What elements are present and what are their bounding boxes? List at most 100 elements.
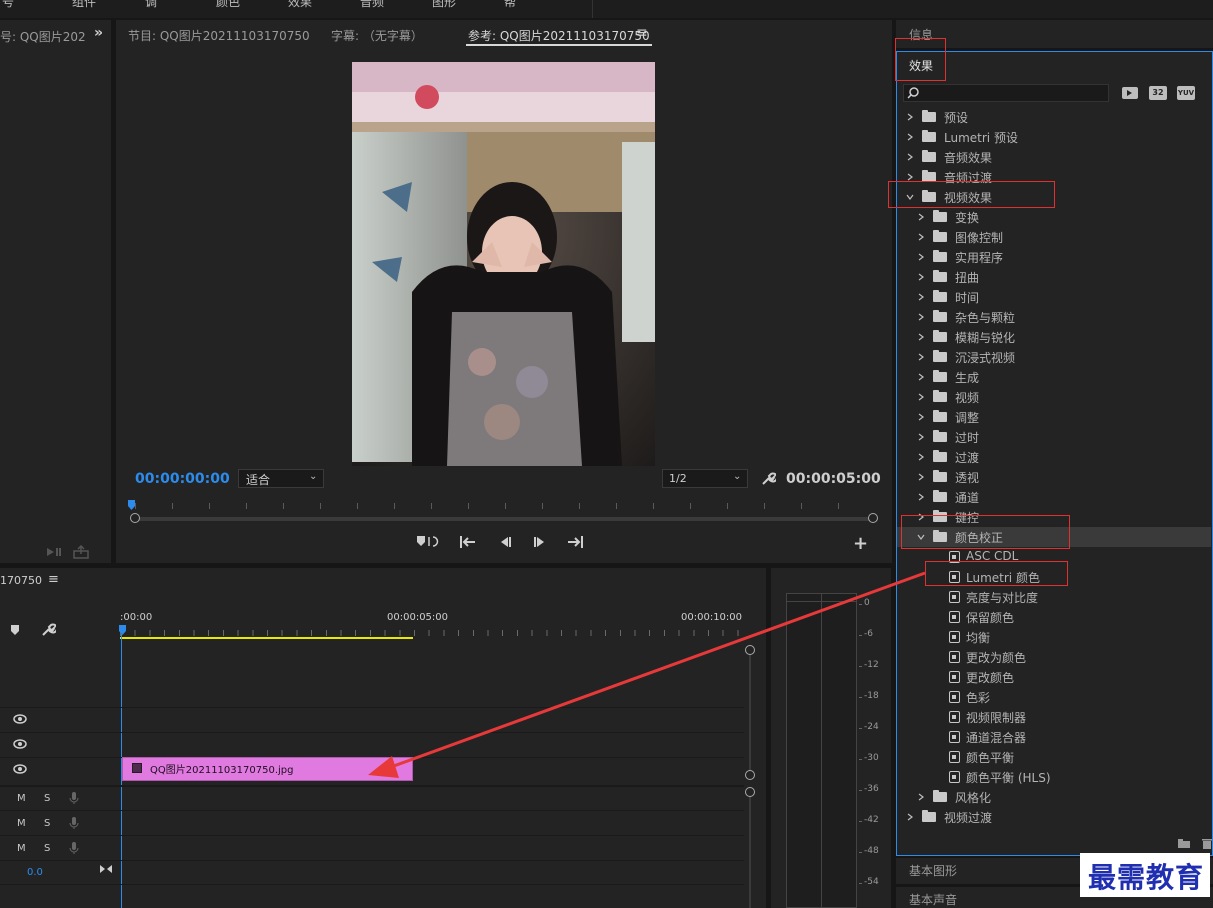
effects-tree-item[interactable]: 模糊与锐化 bbox=[897, 327, 1211, 347]
master-volume-value[interactable]: 0.0 bbox=[27, 867, 43, 878]
effects-tree-item[interactable]: 均衡 bbox=[897, 627, 1211, 647]
effects-tree-item[interactable]: 变换 bbox=[897, 207, 1211, 227]
effects-tree-item[interactable]: Lumetri 预设 bbox=[897, 127, 1211, 147]
vscroll-handle[interactable] bbox=[745, 770, 755, 780]
vscroll-handle[interactable] bbox=[745, 645, 755, 655]
chevron-right-icon[interactable] bbox=[917, 433, 925, 441]
effects-tree-item[interactable]: 保留颜色 bbox=[897, 607, 1211, 627]
tab-captions[interactable]: 字幕: （无字幕） bbox=[331, 27, 423, 44]
tab-reference[interactable]: 参考: QQ图片20211103170750 bbox=[468, 27, 650, 44]
menu-item[interactable]: 颜色 bbox=[216, 0, 240, 10]
effects-tree-item[interactable]: 通道 bbox=[897, 487, 1211, 507]
effects-tree-item[interactable]: 过渡 bbox=[897, 447, 1211, 467]
32bit-effects-badge[interactable]: 32 bbox=[1149, 86, 1167, 100]
current-timecode[interactable]: 00:00:00:00 bbox=[135, 471, 230, 487]
new-bin-icon[interactable] bbox=[1177, 838, 1191, 849]
effects-tree-item[interactable]: 图像控制 bbox=[897, 227, 1211, 247]
eye-icon[interactable] bbox=[13, 739, 27, 749]
effects-tree-item[interactable]: 透视 bbox=[897, 467, 1211, 487]
marker-icon[interactable] bbox=[10, 624, 20, 636]
menu-item[interactable]: 效果 bbox=[288, 0, 312, 10]
tab-program[interactable]: 节目: QQ图片20211103170750 bbox=[128, 27, 310, 44]
effects-tree-item[interactable]: 实用程序 bbox=[897, 247, 1211, 267]
chevron-right-icon[interactable] bbox=[917, 313, 925, 321]
effects-tree-item[interactable]: 亮度与对比度 bbox=[897, 587, 1211, 607]
zoom-handle-right[interactable] bbox=[868, 513, 878, 523]
chevron-right-icon[interactable] bbox=[917, 333, 925, 341]
master-link-icon[interactable] bbox=[99, 864, 113, 874]
timeline-vscroll[interactable] bbox=[749, 650, 751, 776]
effects-search-input[interactable] bbox=[903, 84, 1109, 102]
trash-icon[interactable] bbox=[1202, 838, 1212, 849]
mute-button[interactable]: M bbox=[17, 843, 26, 854]
chevron-right-icon[interactable] bbox=[906, 173, 914, 181]
effects-tree-item[interactable]: 扭曲 bbox=[897, 267, 1211, 287]
tab-essential-graphics[interactable]: 基本图形 bbox=[909, 862, 957, 879]
timeline-vscroll[interactable] bbox=[749, 792, 751, 908]
chevron-right-icon[interactable] bbox=[917, 233, 925, 241]
effects-tree-item[interactable]: 沉浸式视频 bbox=[897, 347, 1211, 367]
menu-item[interactable]: 音频 bbox=[360, 0, 384, 10]
effects-tree-item[interactable]: 杂色与颗粒 bbox=[897, 307, 1211, 327]
chevron-right-icon[interactable] bbox=[917, 453, 925, 461]
panel-menu-icon[interactable]: ≡ bbox=[48, 572, 59, 587]
insert-icon[interactable] bbox=[46, 546, 62, 558]
zoom-scrollbar[interactable] bbox=[134, 517, 874, 521]
solo-button[interactable]: S bbox=[44, 843, 50, 854]
fit-dropdown[interactable]: 适合 ⌄ bbox=[238, 469, 324, 488]
chevron-right-icon[interactable] bbox=[917, 273, 925, 281]
solo-button[interactable]: S bbox=[44, 793, 50, 804]
panel-menu-icon[interactable]: ≡ bbox=[636, 25, 648, 41]
effects-tree-item[interactable]: 色彩 bbox=[897, 687, 1211, 707]
menu-item[interactable]: 号 bbox=[2, 0, 14, 10]
effects-tree-item[interactable]: 更改为颜色 bbox=[897, 647, 1211, 667]
effects-tree-item[interactable]: 调整 bbox=[897, 407, 1211, 427]
microphone-icon[interactable] bbox=[69, 816, 79, 830]
effects-tree-item[interactable]: 过时 bbox=[897, 427, 1211, 447]
chevron-right-icon[interactable] bbox=[917, 793, 925, 801]
microphone-icon[interactable] bbox=[69, 841, 79, 855]
effects-tree-item[interactable]: 风格化 bbox=[897, 787, 1211, 807]
step-back-icon[interactable] bbox=[497, 535, 513, 549]
chevron-right-icon[interactable] bbox=[917, 293, 925, 301]
effects-tree-item[interactable]: 生成 bbox=[897, 367, 1211, 387]
effects-tree-item[interactable]: 更改颜色 bbox=[897, 667, 1211, 687]
effects-tree-item[interactable]: 颜色平衡 (HLS) bbox=[897, 767, 1211, 787]
vscroll-handle[interactable] bbox=[745, 787, 755, 797]
yuv-effects-badge[interactable]: YUV bbox=[1177, 86, 1195, 100]
menu-item[interactable]: 调 bbox=[145, 0, 157, 10]
accelerated-effects-icon[interactable] bbox=[1121, 86, 1139, 100]
sequence-tab[interactable]: 170750 bbox=[0, 574, 42, 587]
zoom-handle-left[interactable] bbox=[130, 513, 140, 523]
add-marker-icon[interactable] bbox=[415, 534, 439, 550]
effects-tree-item[interactable]: 视频 bbox=[897, 387, 1211, 407]
menu-item[interactable]: 帮 bbox=[504, 0, 516, 10]
video-clip[interactable]: QQ图片20211103170750.jpg bbox=[122, 757, 413, 781]
effects-tree-item[interactable]: 通道混合器 bbox=[897, 727, 1211, 747]
chevron-right-icon[interactable] bbox=[906, 113, 914, 121]
effects-tree-item[interactable]: 视频过渡 bbox=[897, 807, 1211, 827]
chevron-right-icon[interactable] bbox=[906, 813, 914, 821]
chevron-right-icon[interactable] bbox=[917, 413, 925, 421]
wrench-icon[interactable] bbox=[760, 471, 776, 487]
tab-essential-sound[interactable]: 基本声音 bbox=[909, 891, 957, 908]
chevron-right-icon[interactable] bbox=[917, 213, 925, 221]
chevron-right-icon[interactable] bbox=[917, 373, 925, 381]
chevron-right-icon[interactable] bbox=[917, 393, 925, 401]
eye-icon[interactable] bbox=[13, 764, 27, 774]
resolution-dropdown[interactable]: 1/2 ⌄ bbox=[662, 469, 748, 488]
mute-button[interactable]: M bbox=[17, 793, 26, 804]
source-panel-title[interactable]: 号: QQ图片202 bbox=[0, 28, 86, 45]
panel-overflow-icon[interactable]: » bbox=[94, 25, 103, 41]
effects-tree-item[interactable]: 时间 bbox=[897, 287, 1211, 307]
work-area-bar[interactable] bbox=[120, 637, 413, 639]
menu-item[interactable]: 图形 bbox=[432, 0, 456, 10]
microphone-icon[interactable] bbox=[69, 791, 79, 805]
go-to-out-icon[interactable] bbox=[566, 535, 584, 549]
effects-tree-item[interactable]: 预设 bbox=[897, 107, 1211, 127]
effects-tree-item[interactable]: 颜色平衡 bbox=[897, 747, 1211, 767]
chevron-right-icon[interactable] bbox=[917, 473, 925, 481]
step-forward-icon[interactable] bbox=[532, 535, 548, 549]
chevron-right-icon[interactable] bbox=[917, 353, 925, 361]
chevron-right-icon[interactable] bbox=[906, 153, 914, 161]
